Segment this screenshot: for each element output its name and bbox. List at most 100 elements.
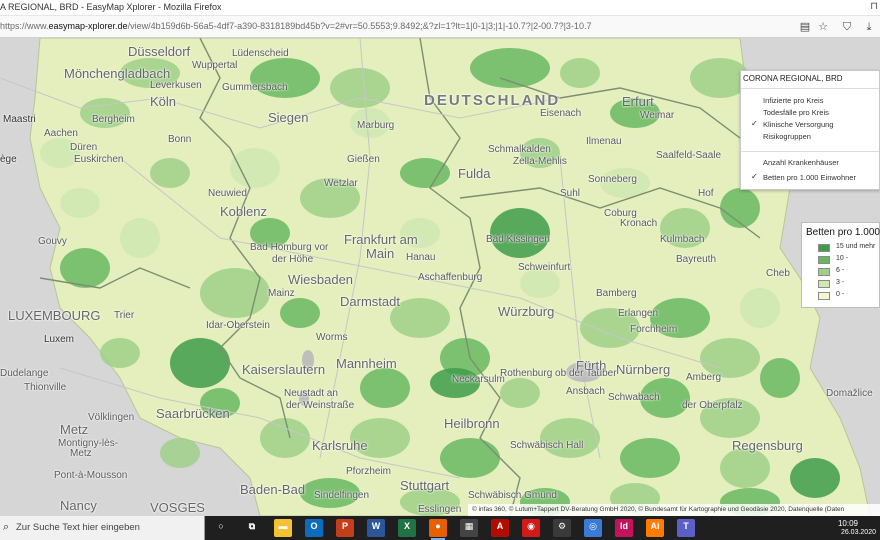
district-patch: [120, 218, 160, 258]
teams-icon-glyph: T: [683, 521, 689, 531]
indesign-icon-glyph: Id: [620, 521, 628, 531]
system-clock[interactable]: 10:09 26.03.2020: [820, 517, 880, 539]
district-patch: [720, 188, 760, 228]
district-patch: [790, 458, 840, 498]
menu-icon[interactable]: ⤓: [862, 20, 876, 34]
district-patch: [440, 438, 500, 478]
url-bar[interactable]: https://www.easymap-xplorer.de/view/4b15…: [0, 16, 880, 38]
map-label-stuttgart: Stuttgart: [400, 478, 450, 493]
map-label-voelklingen: Völklingen: [88, 412, 135, 423]
map-label-dueren: Düren: [70, 142, 98, 153]
powerpoint-icon[interactable]: P: [336, 519, 354, 537]
map-attribution[interactable]: © infas 360, © Lutum+Tappert DV-Beratung…: [468, 504, 880, 516]
map-label-bamberg: Bamberg: [596, 288, 637, 299]
map-label-vosges: VOSGES: [150, 500, 205, 515]
layer-option-risikogruppen[interactable]: Risikogruppen: [741, 131, 879, 142]
bookmark-star-icon[interactable]: ☆: [816, 20, 830, 34]
map-label-luedenscheid: Lüdenscheid: [232, 48, 289, 59]
map-label-trier: Trier: [114, 310, 135, 321]
district-patch: [60, 188, 100, 218]
map-label-kaiserslautern: Kaiserslautern: [242, 362, 326, 377]
illustrator-icon[interactable]: Ai: [646, 519, 664, 537]
map-label-moenchengladbach: Mönchengladbach: [64, 66, 171, 81]
url-domain: easymap-xplorer.de: [48, 21, 128, 31]
map-legend: Betten pro 1.000 15 und mehr 10 - 6 - 3 …: [801, 222, 880, 308]
teams-icon[interactable]: T: [677, 519, 695, 537]
url-prefix: https://www.: [0, 21, 49, 31]
district-patch: [400, 158, 450, 188]
map-label-neckarsulm: Neckarsulm: [452, 374, 505, 385]
map-label-deutschland: DEUTSCHLAND: [424, 92, 561, 109]
legend-item: 6 -: [802, 267, 880, 278]
layer-option-anzahl-krankenhaeuser[interactable]: Anzahl Krankenhäuser: [741, 157, 879, 168]
settings-icon-glyph: ⚙: [557, 521, 567, 531]
map-label-schwabach: Schwabach: [608, 392, 660, 403]
file-explorer-icon[interactable]: ▬: [274, 519, 292, 537]
reader-view-icon[interactable]: ▤: [798, 20, 812, 34]
map-label-luxem: Luxem: [44, 334, 75, 345]
layer-option-klinische-versorgung[interactable]: ✓ Klinische Versorgung: [741, 119, 879, 130]
legend-item: 3 -: [802, 279, 880, 290]
map-label-amberg: Amberg: [686, 372, 722, 383]
task-view-icon-glyph: ⧉: [248, 521, 256, 531]
map-label-maastricht: Maastri: [3, 114, 36, 125]
indesign-icon[interactable]: Id: [615, 519, 633, 537]
settings-icon[interactable]: ⚙: [553, 519, 571, 537]
task-view-icon[interactable]: ⧉: [243, 519, 261, 537]
chrome-icon[interactable]: ◎: [584, 519, 602, 537]
map-label-hanau: Hanau: [406, 252, 436, 263]
map-label-suhl: Suhl: [560, 188, 581, 199]
district-patch: [150, 158, 190, 188]
map-label-dudelange: Dudelange: [0, 368, 49, 379]
cortana-icon[interactable]: ○: [212, 519, 230, 537]
map-label-saarbruecken: Saarbrücken: [156, 406, 230, 421]
district-patch: [560, 58, 600, 88]
legend-swatch: [818, 292, 830, 300]
map-label-pforzheim: Pforzheim: [346, 466, 392, 477]
map-label-koeln: Köln: [150, 94, 177, 109]
excel-icon[interactable]: X: [398, 519, 416, 537]
map-label-kronach: Kronach: [620, 218, 658, 229]
map-label-aschaffenburg: Aschaffenburg: [418, 272, 483, 283]
pdf-reader-icon[interactable]: ◉: [522, 519, 540, 537]
map-label-mannheim: Mannheim: [336, 356, 397, 371]
map-label-leverkusen: Leverkusen: [150, 80, 202, 91]
district-patch: [620, 438, 680, 478]
map-label-weiden: der Oberpfalz: [682, 400, 743, 411]
legend-item: 15 und mehr: [802, 243, 880, 254]
map-label-neustadt: Neustadt an: [284, 388, 338, 399]
map-label-gummersbach: Gummersbach: [222, 82, 288, 93]
layer-option-infizierte[interactable]: Infizierte pro Kreis: [741, 95, 879, 106]
map-label-forchheim: Forchheim: [630, 324, 678, 335]
map-label-idar: Idar-Oberstein: [206, 320, 270, 331]
url-text[interactable]: https://www.easymap-xplorer.de/view/4b15…: [0, 21, 790, 34]
district-patch: [740, 288, 780, 328]
window-control-icon[interactable]: ⊓: [870, 1, 878, 12]
layer-option-todesfaelle[interactable]: Todesfälle pro Kreis: [741, 107, 879, 118]
pocket-icon[interactable]: ⛉: [840, 20, 854, 34]
map-label-thionville: Thionville: [24, 382, 67, 393]
check-icon: ✓: [751, 119, 758, 128]
legend-swatch: [818, 268, 830, 276]
firefox-icon[interactable]: ●: [429, 519, 447, 540]
excel-icon-glyph: X: [403, 521, 410, 531]
clock-time: 10:09: [837, 519, 858, 528]
map-label-frankfurt: Frankfurt am: [344, 232, 418, 247]
layer-panel[interactable]: CORONA REGIONAL, BRD Infizierte pro Krei…: [740, 70, 880, 190]
pdf-reader-icon-glyph: ◉: [527, 521, 535, 531]
layer-option-betten[interactable]: ✓ Betten pro 1.000 Einwohner: [741, 172, 879, 183]
district-patch: [160, 438, 200, 468]
outlook-icon[interactable]: O: [305, 519, 323, 537]
map-label-fulda: Fulda: [458, 166, 491, 181]
map-label-giessen: Gießen: [347, 154, 380, 165]
word-icon-glyph: W: [371, 521, 381, 531]
map-label-kulmbach: Kulmbach: [660, 234, 705, 245]
map-label-regensburg: Regensburg: [732, 438, 803, 453]
taskbar-search-box[interactable]: ⌕ Zur Suche Text hier eingeben: [0, 516, 205, 540]
file-explorer-icon-glyph: ▬: [278, 521, 288, 531]
acrobat-icon[interactable]: A: [491, 519, 509, 537]
word-icon[interactable]: W: [367, 519, 385, 537]
calculator-icon[interactable]: ▦: [460, 519, 478, 537]
map-label-aachen: Aachen: [44, 128, 78, 139]
layer-panel-title: CORONA REGIONAL, BRD: [743, 74, 843, 83]
